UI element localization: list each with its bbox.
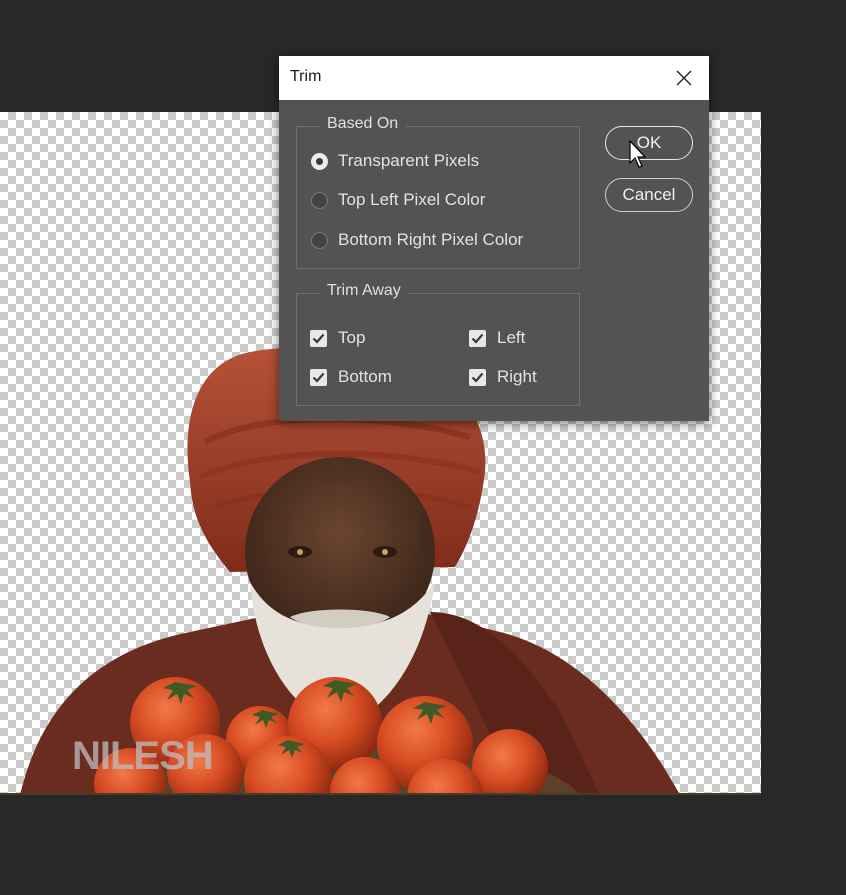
- checkbox-bottom[interactable]: Bottom: [310, 367, 392, 387]
- checkbox[interactable]: [310, 368, 327, 386]
- checkbox[interactable]: [310, 329, 327, 347]
- cancel-button[interactable]: Cancel: [605, 178, 693, 212]
- checkbox-label: Right: [497, 367, 537, 386]
- radio-button[interactable]: [311, 231, 328, 249]
- dialog-title: Trim: [290, 68, 322, 85]
- dialog-titlebar[interactable]: Trim: [279, 56, 709, 100]
- trim-away-label: Trim Away: [319, 282, 409, 300]
- trim-away-group: Trim Away Top Left Bottom Right: [296, 282, 580, 406]
- close-icon: [676, 70, 692, 86]
- watermark-text: NILESH: [72, 734, 214, 778]
- radio-label: Top Left Pixel Color: [338, 190, 486, 209]
- radio-button[interactable]: [311, 191, 328, 209]
- checkbox-right[interactable]: Right: [469, 367, 537, 387]
- checkbox-top[interactable]: Top: [310, 328, 365, 348]
- trim-dialog: Trim Based On Transparent Pixels Top Lef…: [279, 56, 709, 421]
- checkmark-icon: [312, 372, 325, 383]
- checkbox[interactable]: [469, 368, 486, 386]
- close-button[interactable]: [667, 62, 701, 94]
- based-on-group: Based On Transparent Pixels Top Left Pix…: [296, 115, 580, 269]
- checkbox-label: Left: [497, 328, 526, 347]
- mouse-cursor-icon: [629, 140, 647, 168]
- checkbox-label: Top: [338, 328, 366, 347]
- checkbox-label: Bottom: [338, 367, 392, 386]
- radio-button-selected[interactable]: [311, 152, 328, 170]
- radio-label: Transparent Pixels: [338, 151, 480, 170]
- checkmark-icon: [312, 333, 325, 344]
- based-on-label: Based On: [319, 115, 407, 133]
- radio-top-left-pixel-color[interactable]: Top Left Pixel Color: [311, 190, 485, 210]
- checkmark-icon: [471, 333, 484, 344]
- checkbox[interactable]: [469, 329, 486, 347]
- ok-button[interactable]: OK: [605, 126, 693, 160]
- radio-label: Bottom Right Pixel Color: [338, 230, 524, 249]
- checkmark-icon: [471, 372, 484, 383]
- radio-bottom-right-pixel-color[interactable]: Bottom Right Pixel Color: [311, 230, 523, 250]
- checkbox-left[interactable]: Left: [469, 328, 525, 348]
- radio-transparent-pixels[interactable]: Transparent Pixels: [311, 151, 479, 171]
